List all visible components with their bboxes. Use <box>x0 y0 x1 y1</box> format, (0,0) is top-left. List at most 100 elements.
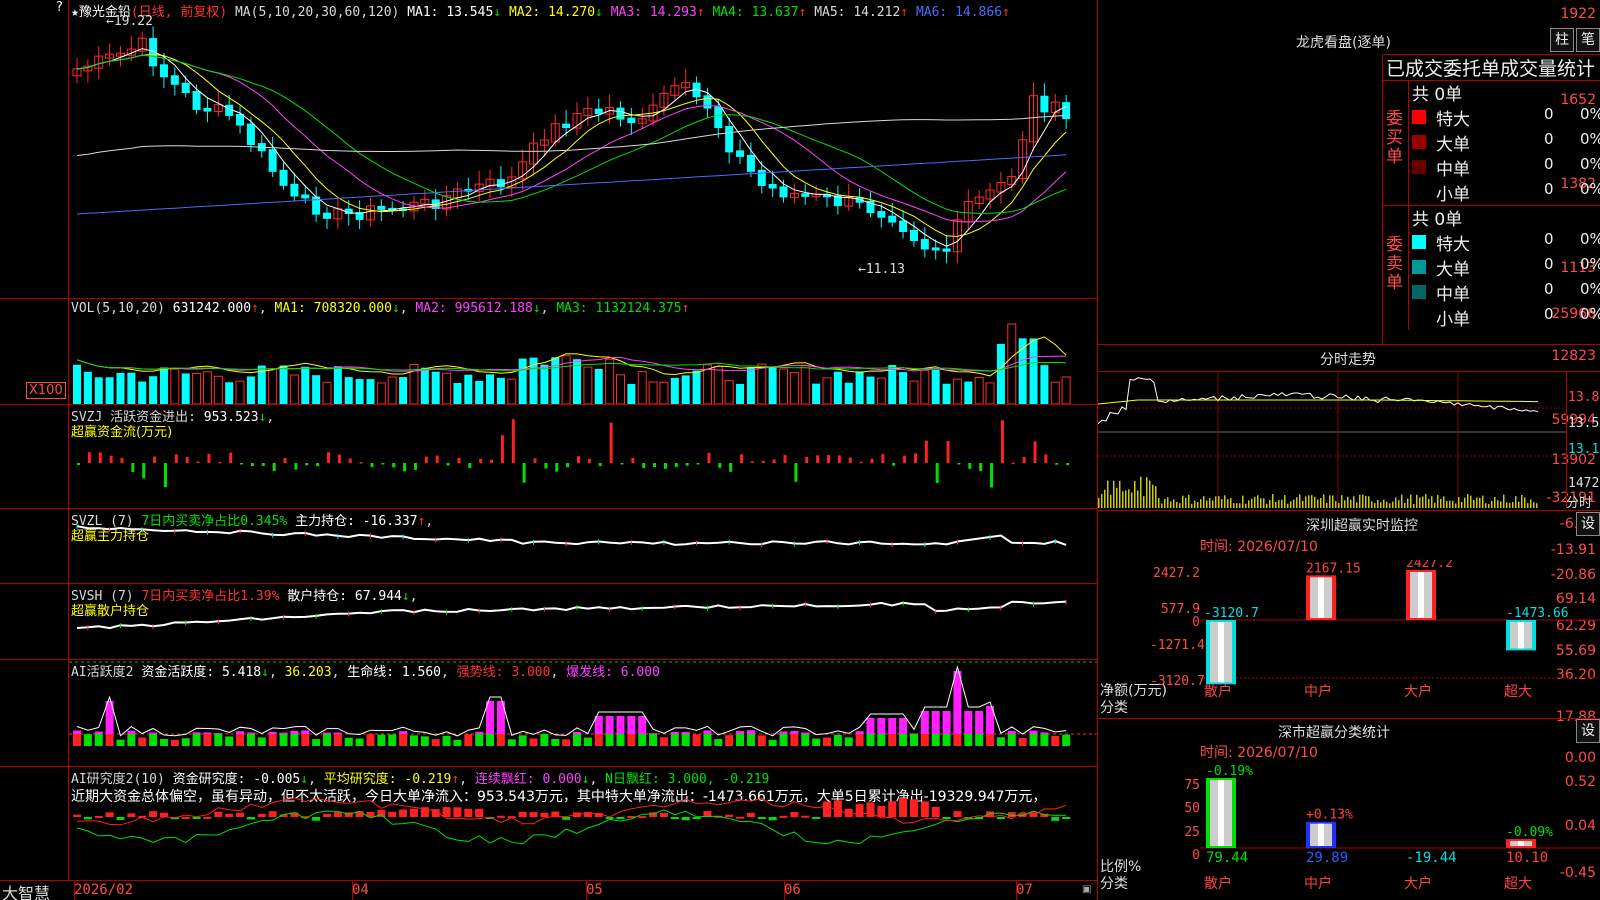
capital-flow-bar <box>979 463 983 472</box>
svzl-tick: -13.91 <box>1550 542 1596 558</box>
lock-icon[interactable]: ▣ <box>1082 884 1091 895</box>
activity-bar-top <box>964 711 973 734</box>
research-bar <box>562 817 571 820</box>
activity-bar <box>442 735 451 746</box>
capital-flow-bar <box>207 453 211 463</box>
help-icon[interactable]: ? <box>56 0 63 15</box>
intraday-vol-bar <box>1161 503 1163 508</box>
activity-bar <box>105 734 114 746</box>
sell-row-name: 中单 <box>1436 285 1470 305</box>
capital-flow-bar <box>261 463 265 466</box>
ma-line-5 <box>76 115 1067 156</box>
intraday-vol-bar <box>1209 498 1211 508</box>
intraday-vol-bar <box>1398 500 1400 508</box>
candle-body <box>170 75 179 85</box>
volume-bar <box>768 367 777 404</box>
activity-bar-top <box>594 716 603 734</box>
intraday-vol-bar <box>1521 495 1523 508</box>
activity-bar-top <box>192 732 201 734</box>
low-price-marker: ←11.13 <box>858 262 905 277</box>
buy-row-name: 大单 <box>1436 135 1470 155</box>
activity-bar <box>1029 734 1038 746</box>
capital-flow-bar <box>316 463 320 467</box>
activity-bar <box>344 737 353 746</box>
volume-bar <box>899 372 908 404</box>
activity-bar <box>192 734 201 746</box>
activity-bar-top <box>73 730 81 734</box>
sz-monitor-category: 散户 <box>1204 683 1232 700</box>
sell-row-name: 特大 <box>1436 235 1470 255</box>
activity-bar <box>659 737 668 746</box>
sz-class-title: 深市超赢分类统计 <box>1278 725 1390 741</box>
capital-flow-bar <box>892 463 896 466</box>
research-bar <box>149 811 158 817</box>
activity-bar <box>594 734 603 746</box>
candle-body <box>268 149 277 172</box>
activity-bar <box>812 738 821 746</box>
intraday-vol-bar <box>1305 496 1307 508</box>
research-bar <box>877 806 886 817</box>
activity-bar-top <box>301 730 310 734</box>
capital-flow-bar <box>1044 454 1048 463</box>
sz-class-xlabel: 分类 <box>1100 876 1128 892</box>
research-bar <box>312 817 321 821</box>
capital-flow-bar <box>272 463 276 471</box>
candle-body <box>181 82 190 93</box>
tick-mode-button[interactable]: 笔 <box>1576 28 1600 52</box>
candle-body <box>290 183 299 197</box>
activity-bar-top <box>573 731 581 734</box>
activity-bar <box>562 739 571 746</box>
sz-monitor-title: 深圳超赢实时监控 <box>1306 518 1418 534</box>
sz-class-settings-button[interactable]: 设 <box>1576 719 1600 743</box>
intraday-vol-bar <box>1332 495 1334 508</box>
activity-bar <box>953 734 962 746</box>
bar-shine <box>1218 780 1224 846</box>
activity-bar <box>757 735 766 746</box>
volume-bar <box>931 369 940 404</box>
buy-row-count: 0 <box>1544 130 1554 148</box>
sz-monitor-bar <box>1306 575 1336 620</box>
activity-bar-top <box>627 716 636 734</box>
activity-bar <box>507 739 516 746</box>
intraday-vol-bar <box>1272 494 1274 508</box>
research-bar <box>203 816 212 819</box>
activity-bar-top <box>236 731 245 734</box>
capital-flow-bar <box>533 458 537 463</box>
volume-bar <box>964 381 973 404</box>
research-bar <box>638 816 647 819</box>
intraday-vol-bar <box>1140 476 1142 508</box>
capital-flow-bar <box>392 463 396 468</box>
sell-row-color-swatch <box>1412 285 1426 299</box>
volume-bar <box>312 375 321 404</box>
intraday-vol-bar <box>1278 499 1280 508</box>
candle-body <box>920 239 929 250</box>
sz-class-category: 大户 <box>1404 875 1432 892</box>
sz-class-bar <box>1206 778 1236 848</box>
volume-bar <box>692 370 701 404</box>
activity-bar <box>518 735 527 746</box>
intraday-vol-bar <box>1512 502 1514 508</box>
activity-bar <box>670 734 679 746</box>
volume-bar <box>812 383 821 404</box>
research-bar <box>214 811 223 817</box>
research-bar <box>768 817 777 821</box>
sz-monitor-value: 2167.15 <box>1306 561 1361 576</box>
capital-flow-bar <box>859 461 863 464</box>
activity-bar <box>1062 734 1071 746</box>
sz-monitor-settings-button[interactable]: 设 <box>1576 512 1600 536</box>
capital-flow-bar <box>98 452 102 463</box>
activity-bar <box>823 737 831 746</box>
main-position-chart <box>76 524 1067 548</box>
volume-bar <box>1050 381 1060 404</box>
activity-bar <box>986 734 995 746</box>
activity-bar <box>116 739 125 746</box>
research-bar <box>790 812 799 817</box>
high-price-marker: ←19.22 <box>106 14 153 29</box>
volume-bar <box>127 372 136 404</box>
volume-bar <box>116 372 125 404</box>
sell-row-count: 0 <box>1544 255 1554 273</box>
bar-mode-button[interactable]: 柱 <box>1550 28 1574 52</box>
capital-flow-bar <box>881 454 885 463</box>
intraday-vol-bar <box>1416 494 1418 508</box>
intraday-vol-bar <box>1389 503 1391 508</box>
